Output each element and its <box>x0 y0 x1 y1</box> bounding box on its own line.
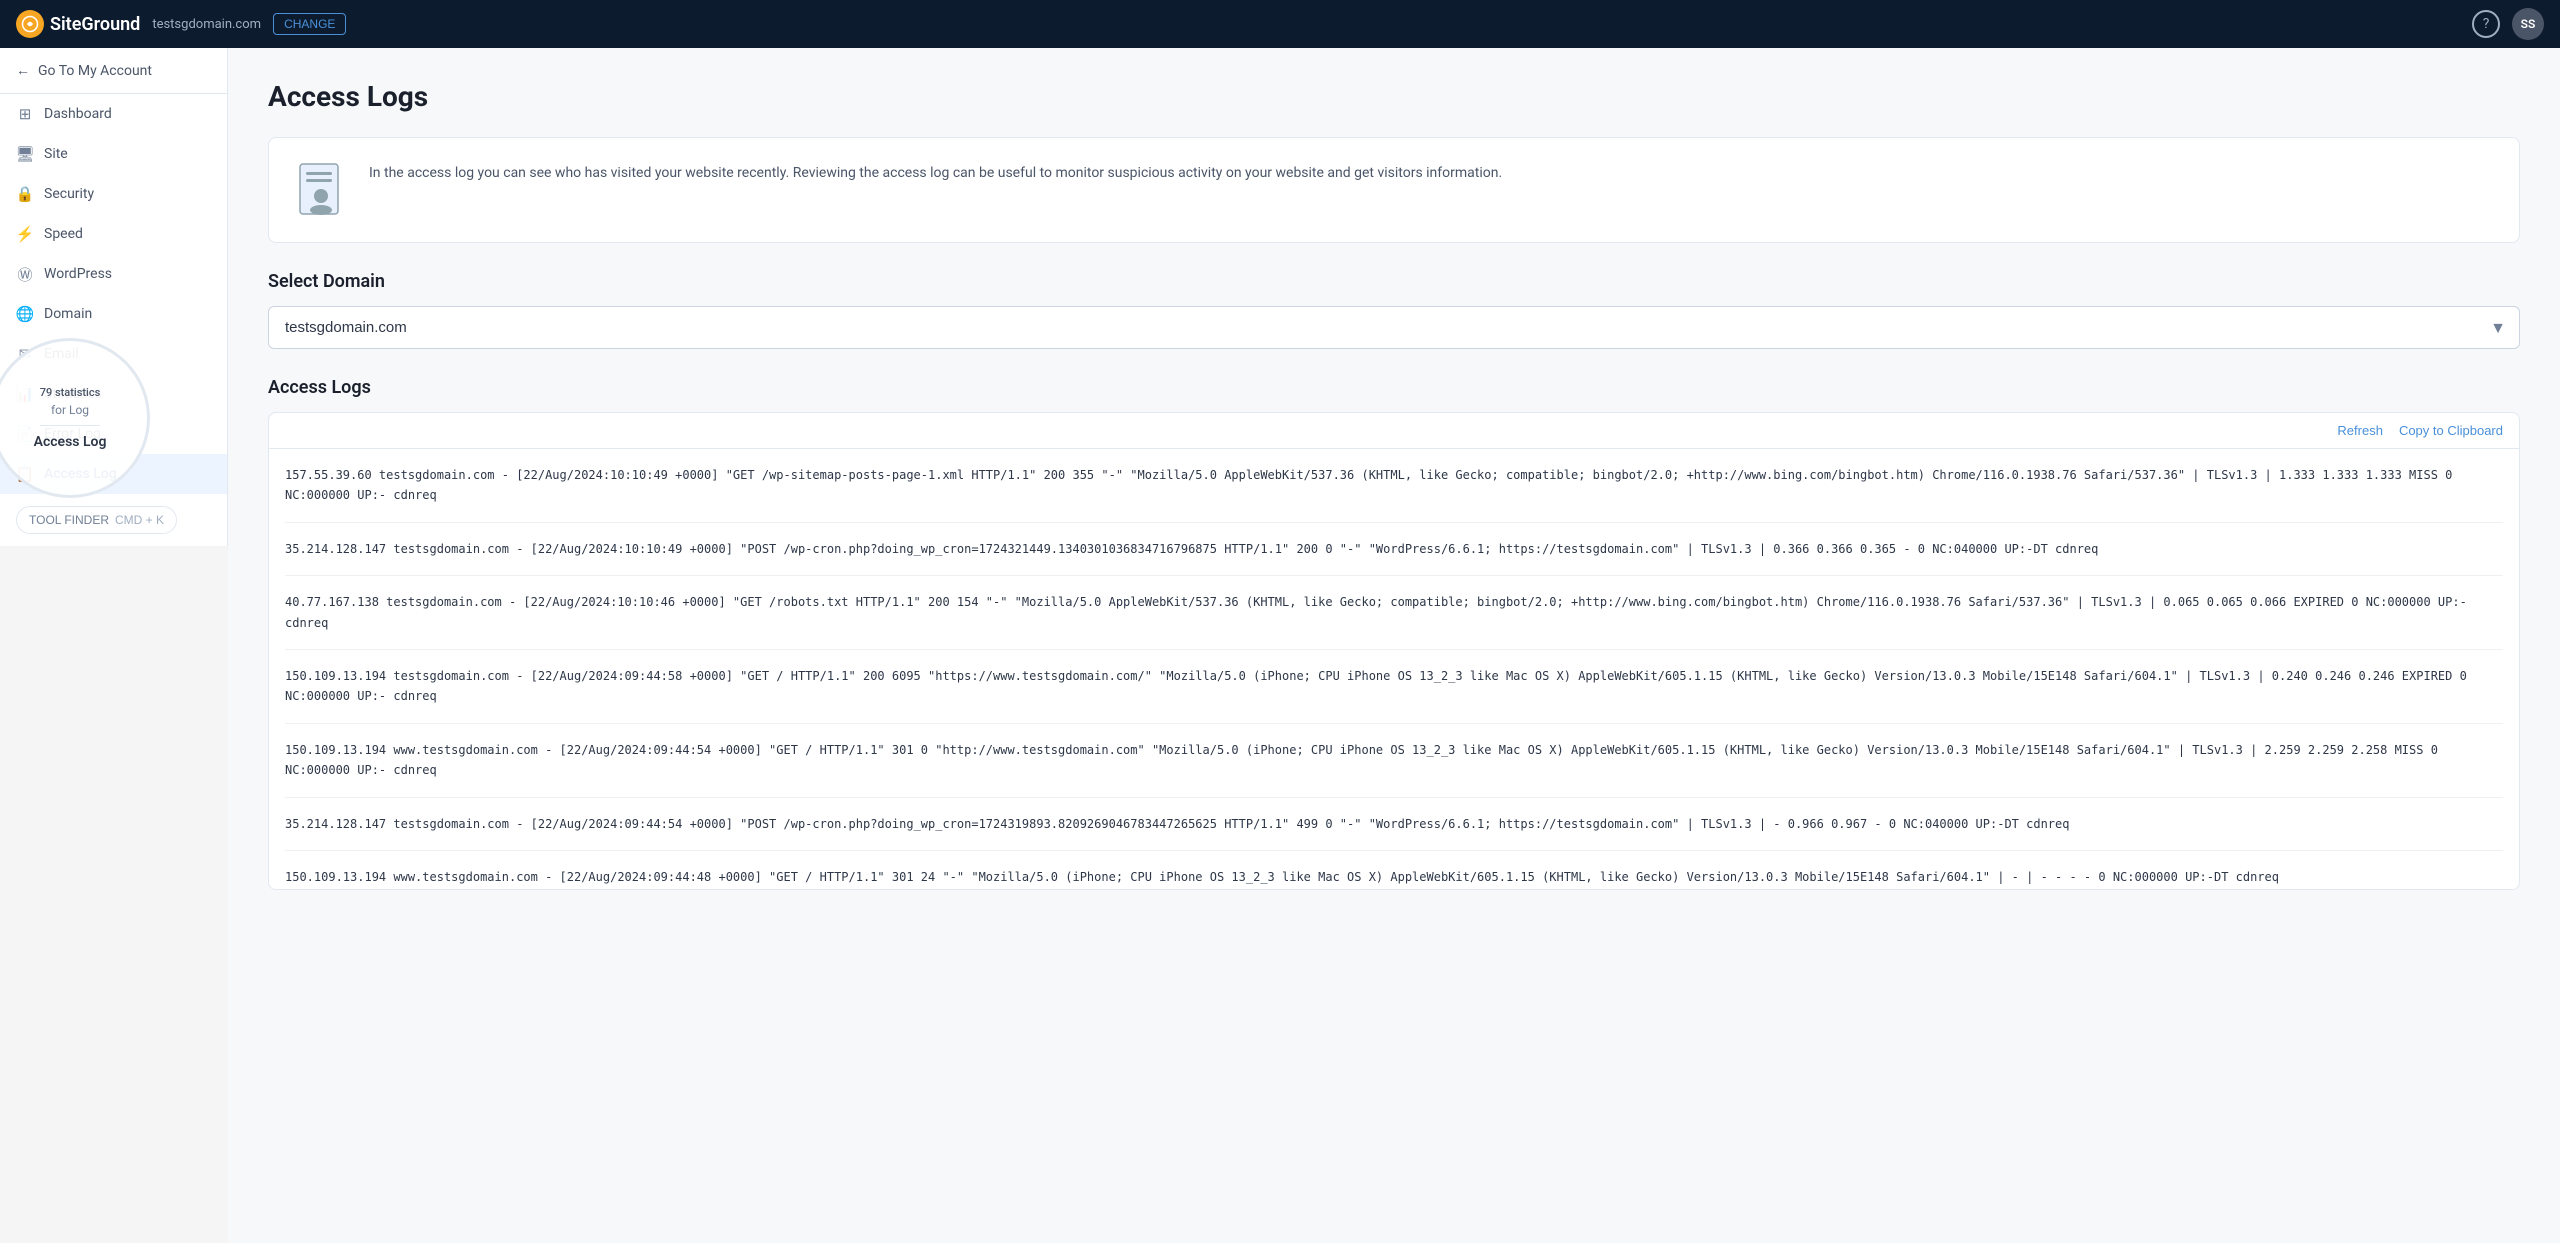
grid-icon: ⊞ <box>16 105 34 123</box>
sidebar-label-email: Email <box>44 346 79 362</box>
back-arrow-icon: ← <box>16 62 30 79</box>
copy-to-clipboard-button[interactable]: Copy to Clipboard <box>2399 423 2503 438</box>
sidebar-label-security: Security <box>44 186 94 202</box>
file-icon: 📄 <box>16 425 34 443</box>
document-person-icon <box>296 162 346 218</box>
refresh-button[interactable]: Refresh <box>2337 423 2383 438</box>
select-domain-title: Select Domain <box>268 271 2520 292</box>
sidebar-label-wordpress: WordPress <box>44 266 112 282</box>
info-description: In the access log you can see who has vi… <box>369 162 1502 184</box>
sidebar-item-dashboard[interactable]: ⊞ Dashboard <box>0 94 227 134</box>
sidebar-label-access-log: Access Log <box>44 466 117 482</box>
log-entry: 35.214.128.147 testsgdomain.com - [22/Au… <box>285 814 2503 851</box>
file-text-icon: 📋 <box>16 465 34 483</box>
sidebar-item-site[interactable]: 🖥 Site <box>0 134 227 174</box>
go-to-account-label: Go To My Account <box>38 63 152 79</box>
sidebar-label-speed: Speed <box>44 226 83 242</box>
chart-icon: 📊 <box>16 385 34 403</box>
sidebar-item-error-log[interactable]: 📄 Error Log <box>0 414 227 454</box>
monitor-icon: 🖥 <box>16 145 34 163</box>
sidebar-label-domain: Domain <box>44 306 92 322</box>
sidebar-label-statistics: Statistics <box>44 386 102 402</box>
tool-finder-label: TOOL FINDER <box>29 513 109 527</box>
sidebar: ← Go To My Account ⊞ Dashboard 🖥 Site 🔒 … <box>0 48 228 546</box>
go-to-account-link[interactable]: ← Go To My Account <box>0 48 227 94</box>
info-box: In the access log you can see who has vi… <box>268 137 2520 243</box>
current-domain: testsgdomain.com <box>152 17 261 32</box>
sidebar-item-security[interactable]: 🔒 Security <box>0 174 227 214</box>
avatar[interactable]: SS <box>2512 8 2544 40</box>
domain-select-wrapper: testsgdomain.com ▼ <box>268 306 2520 349</box>
sidebar-item-speed[interactable]: ⚡ Speed <box>0 214 227 254</box>
sidebar-item-domain[interactable]: 🌐 Domain <box>0 294 227 334</box>
sidebar-item-email[interactable]: ✉ Email <box>0 334 227 374</box>
logs-panel: Refresh Copy to Clipboard 157.55.39.60 t… <box>268 412 2520 890</box>
logo-text: SiteGround <box>50 14 140 35</box>
access-logs-title: Access Logs <box>268 377 2520 398</box>
lock-icon: 🔒 <box>16 185 34 203</box>
logs-toolbar: Refresh Copy to Clipboard <box>269 413 2519 449</box>
zap-icon: ⚡ <box>16 225 34 243</box>
access-logs-section: Access Logs Refresh Copy to Clipboard 15… <box>268 377 2520 890</box>
page-title: Access Logs <box>268 80 2520 113</box>
globe-icon: 🌐 <box>16 305 34 323</box>
logo-icon <box>16 10 44 38</box>
log-entry: 150.109.13.194 www.testsgdomain.com - [2… <box>285 740 2503 798</box>
info-icon-wrap <box>293 162 349 218</box>
select-domain-section: Select Domain testsgdomain.com ▼ <box>268 271 2520 349</box>
change-domain-button[interactable]: CHANGE <box>273 13 346 35</box>
sidebar-item-access-log[interactable]: 📋 Access Log <box>0 454 227 494</box>
help-icon[interactable]: ? <box>2472 10 2500 38</box>
sidebar-item-statistics[interactable]: 📊 Statistics <box>0 374 227 414</box>
sidebar-item-wordpress[interactable]: Ⓦ WordPress <box>0 254 227 294</box>
logo[interactable]: SiteGround <box>16 10 140 38</box>
log-entry: 150.109.13.194 www.testsgdomain.com - [2… <box>285 867 2503 887</box>
tool-finder-shortcut: CMD + K <box>115 513 164 527</box>
wp-icon: Ⓦ <box>16 265 34 283</box>
log-entry: 40.77.167.138 testsgdomain.com - [22/Aug… <box>285 592 2503 650</box>
sidebar-label-site: Site <box>44 146 68 162</box>
log-entry: 157.55.39.60 testsgdomain.com - [22/Aug/… <box>285 465 2503 523</box>
domain-select[interactable]: testsgdomain.com <box>268 306 2520 349</box>
top-navigation: SiteGround testsgdomain.com CHANGE ? SS <box>0 0 2560 48</box>
tool-finder-button[interactable]: TOOL FINDER CMD + K <box>16 506 177 534</box>
log-entry: 150.109.13.194 testsgdomain.com - [22/Au… <box>285 666 2503 724</box>
sidebar-label-error-log: Error Log <box>44 426 101 442</box>
main-content: Access Logs In the access log you can se… <box>228 48 2560 1243</box>
logs-content[interactable]: 157.55.39.60 testsgdomain.com - [22/Aug/… <box>269 449 2519 889</box>
sidebar-label-dashboard: Dashboard <box>44 106 112 122</box>
email-icon: ✉ <box>16 345 34 363</box>
log-entry: 35.214.128.147 testsgdomain.com - [22/Au… <box>285 539 2503 576</box>
